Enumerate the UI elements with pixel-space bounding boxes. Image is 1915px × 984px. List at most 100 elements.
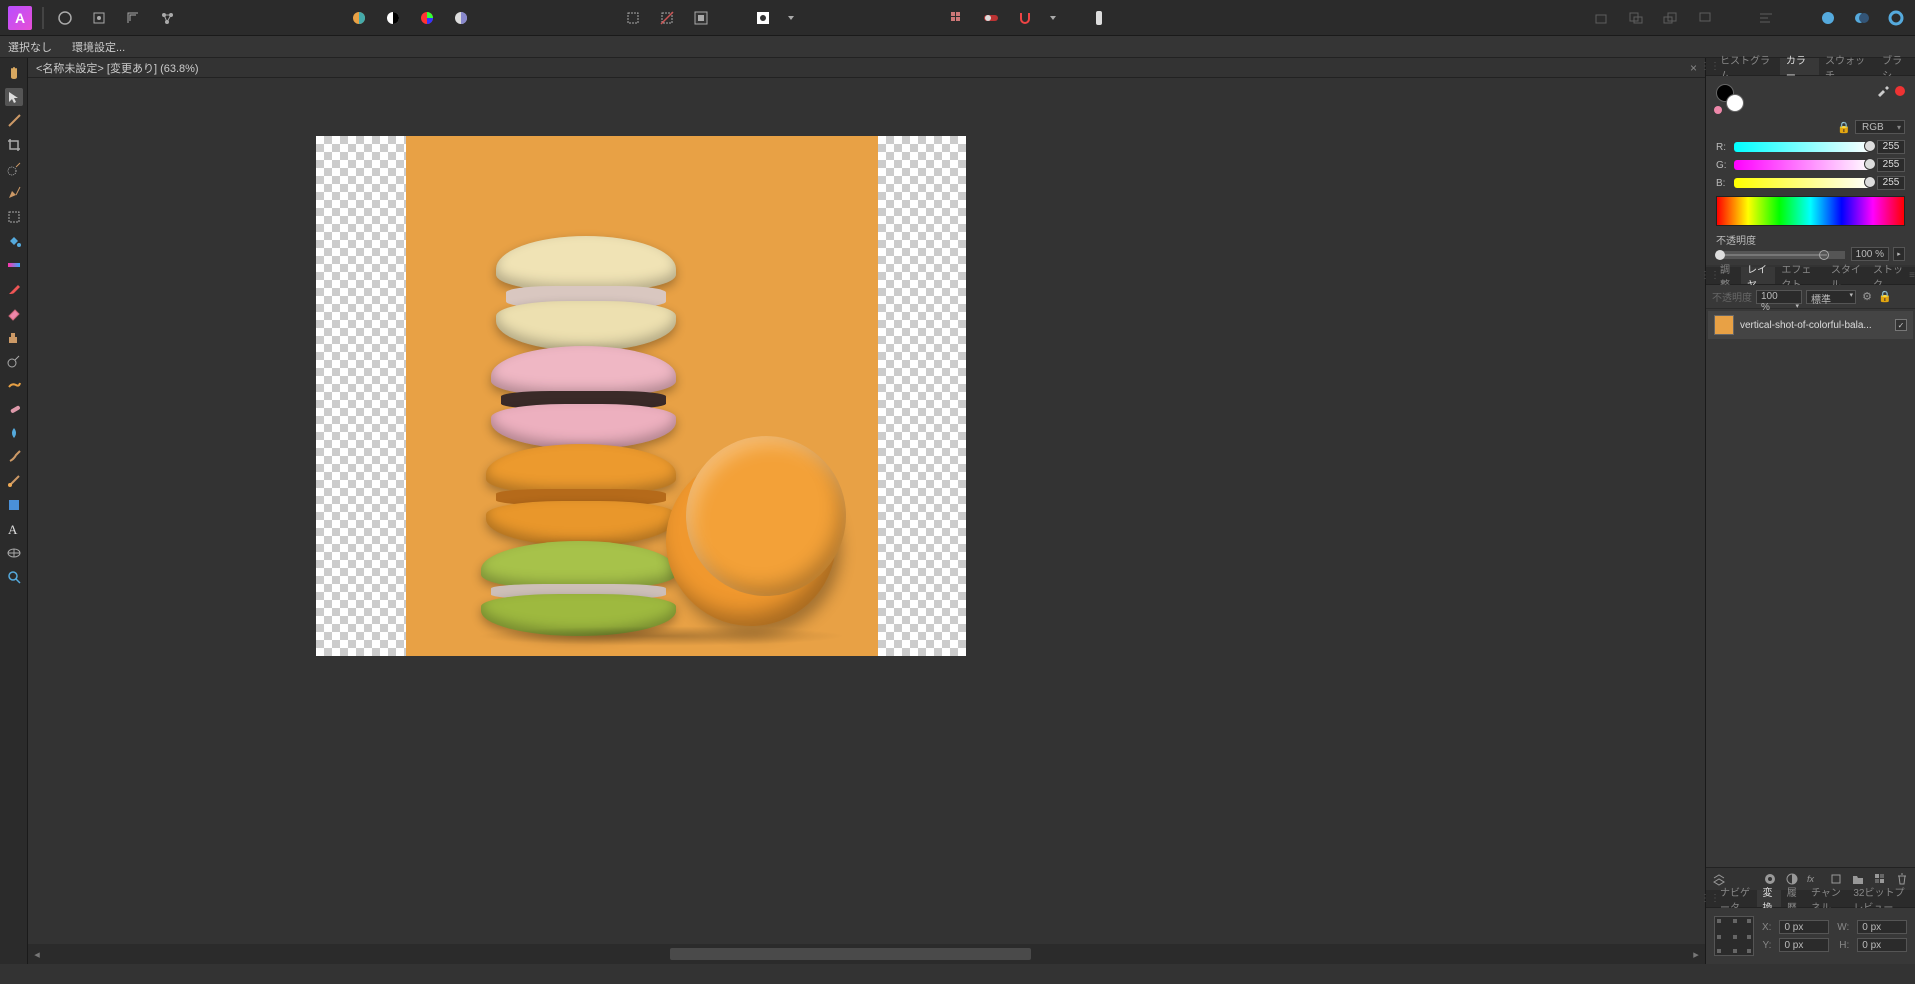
crop-tool-icon[interactable] [5, 136, 23, 154]
layer-visibility-checkbox[interactable]: ✓ [1895, 319, 1907, 331]
layer-settings-icon[interactable]: ⚙ [1860, 290, 1874, 304]
move-tool-icon[interactable] [5, 88, 23, 106]
quickmask-icon[interactable] [752, 7, 774, 29]
snap-grid-icon[interactable] [946, 7, 968, 29]
close-tab-icon[interactable]: × [1690, 61, 1697, 75]
mesh-tool-icon[interactable] [5, 544, 23, 562]
g-value[interactable]: 255 [1877, 158, 1905, 172]
r-value[interactable]: 255 [1877, 140, 1905, 154]
sample-swatch-icon[interactable] [1895, 86, 1905, 96]
tab-color[interactable]: カラー [1780, 58, 1819, 75]
scroll-left-icon[interactable]: ◂ [28, 948, 46, 961]
autocontrast-icon[interactable] [382, 7, 404, 29]
persona-photo-icon[interactable] [54, 7, 76, 29]
snap-dropdown-icon[interactable] [1048, 7, 1058, 29]
tab-stock[interactable]: ストック [1867, 267, 1909, 284]
flood-fill-tool-icon[interactable] [5, 232, 23, 250]
spectrum-picker[interactable] [1716, 196, 1905, 226]
layer-item[interactable]: vertical-shot-of-colorful-bala... ✓ [1708, 311, 1913, 339]
tab-transform[interactable]: 変換 [1757, 890, 1781, 907]
tab-swatch[interactable]: スウォッチ [1819, 58, 1876, 75]
smudge-tool-icon[interactable] [5, 448, 23, 466]
autolevels-icon[interactable] [416, 7, 438, 29]
addlayer-pixel-icon[interactable] [1817, 7, 1839, 29]
selection-brush-tool-icon[interactable] [5, 160, 23, 178]
y-input[interactable]: 0 px [1779, 938, 1829, 952]
healing-tool-icon[interactable] [5, 400, 23, 418]
blur-tool-icon[interactable] [5, 424, 23, 442]
snap-toggle-icon[interactable] [980, 7, 1002, 29]
horizontal-scrollbar[interactable]: ◂ ▸ [28, 944, 1705, 964]
persona-tone-icon[interactable] [122, 7, 144, 29]
assistant-icon[interactable] [1088, 7, 1110, 29]
clone-tool-icon[interactable] [5, 328, 23, 346]
layer-name[interactable]: vertical-shot-of-colorful-bala... [1740, 320, 1889, 331]
tab-history[interactable]: 履歴 [1781, 890, 1805, 907]
tab-brush[interactable]: ブラシ [1876, 58, 1915, 75]
env-settings-button[interactable]: 環境設定... [72, 39, 125, 55]
dodge-tool-icon[interactable] [5, 352, 23, 370]
b-value[interactable]: 255 [1877, 176, 1905, 190]
color-swatches[interactable] [1716, 84, 1748, 112]
persona-develop-icon[interactable] [88, 7, 110, 29]
brush-tool-icon[interactable] [5, 112, 23, 130]
eyedropper-icon[interactable] [1875, 84, 1889, 98]
tab-navigator[interactable]: ナビゲータ [1714, 890, 1757, 907]
app-logo-icon[interactable]: A [8, 6, 32, 30]
document-tab[interactable]: <名称未設定> [変更あり] (63.8%) [36, 60, 199, 76]
front-color-swatch[interactable] [1726, 94, 1744, 112]
scrollbar-thumb[interactable] [670, 948, 1031, 960]
rectangle-tool-icon[interactable] [5, 496, 23, 514]
canvas[interactable] [316, 136, 966, 656]
b-slider[interactable] [1734, 178, 1871, 188]
selection-invert-icon[interactable] [690, 7, 712, 29]
persona-export-icon[interactable] [156, 7, 178, 29]
text-tool-icon[interactable]: A [5, 520, 23, 538]
paint-brush-tool-icon[interactable] [5, 280, 23, 298]
layer-lock-icon[interactable]: 🔒 [1878, 290, 1892, 304]
marquee-tool-icon[interactable] [5, 208, 23, 226]
erase-tool-icon[interactable] [5, 304, 23, 322]
pen-tool-icon[interactable] [5, 184, 23, 202]
g-slider[interactable] [1734, 160, 1871, 170]
x-input[interactable]: 0 px [1779, 920, 1829, 934]
h-input[interactable]: 0 px [1857, 938, 1907, 952]
gradient-tool-icon[interactable] [5, 256, 23, 274]
tab-histogram[interactable]: ヒストグラム [1714, 58, 1780, 75]
tab-style[interactable]: スタイル [1825, 267, 1867, 284]
tab-32bit[interactable]: 32ビットプレビュー [1847, 890, 1915, 907]
autocolor-icon[interactable] [348, 7, 370, 29]
arrange-backward-icon [1625, 7, 1647, 29]
tab-effect[interactable]: エフェクト [1775, 267, 1825, 284]
w-input[interactable]: 0 px [1857, 920, 1907, 934]
quickmask-dropdown-icon[interactable] [786, 7, 796, 29]
scroll-right-icon[interactable]: ▸ [1687, 948, 1705, 961]
inpaint-tool-icon[interactable] [5, 376, 23, 394]
blend-mode-select[interactable]: 標準 [1806, 290, 1856, 304]
tab-layer[interactable]: レイヤ [1741, 267, 1775, 284]
sponge-tool-icon[interactable] [5, 472, 23, 490]
opacity-stepper[interactable]: ▸ [1893, 247, 1905, 261]
addlayer-adjust-icon[interactable] [1885, 7, 1907, 29]
snap-magnet-icon[interactable] [1014, 7, 1036, 29]
r-slider[interactable] [1734, 142, 1871, 152]
lock-icon[interactable]: 🔒 [1837, 121, 1851, 134]
opacity-value[interactable]: 100 % [1851, 247, 1889, 261]
selection-deselect-icon[interactable] [656, 7, 678, 29]
arrange-forward-icon [1659, 7, 1681, 29]
hand-tool-icon[interactable] [5, 64, 23, 82]
opacity-slider[interactable] [1716, 251, 1845, 259]
zoom-tool-icon[interactable] [5, 568, 23, 586]
panel-menu-icon[interactable]: ≡ [1909, 267, 1915, 284]
autowb-icon[interactable] [450, 7, 472, 29]
anchor-picker[interactable] [1714, 916, 1754, 956]
w-label: W: [1837, 922, 1849, 933]
tab-channel[interactable]: チャンネル [1805, 890, 1847, 907]
layer-opacity-select[interactable]: 100 % [1756, 290, 1802, 304]
transparent-area-right [878, 136, 966, 656]
color-mode-select[interactable]: RGB [1855, 120, 1905, 134]
selection-rect-icon[interactable] [622, 7, 644, 29]
tab-adjust[interactable]: 調整 [1714, 267, 1741, 284]
addlayer-mask-icon[interactable] [1851, 7, 1873, 29]
canvas-viewport[interactable] [28, 78, 1705, 944]
